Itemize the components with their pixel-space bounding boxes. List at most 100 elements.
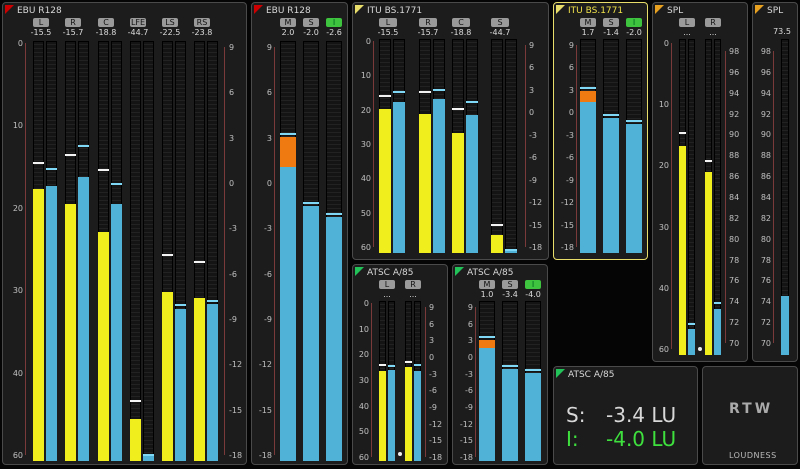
channel-value: 1.7 [581,28,595,37]
channel-label-chip[interactable]: R [705,18,721,27]
channel-label-chip[interactable]: RS [194,18,210,27]
scale-tick-label: 84 [760,193,771,202]
channel-label-chip[interactable]: C [452,18,470,27]
peak-hold-marker [130,400,141,403]
panel-spl-channels[interactable]: SPL 0 10 20 30 40 60 L... R... 98 96 94 92 90 88 86 84 8… [652,2,748,362]
channel-label-chip[interactable]: I [326,18,342,27]
scale-tick-label: 9 [429,303,435,312]
channel-label-chip[interactable]: S [303,18,319,27]
peak-hold-marker [525,368,541,371]
scale-tick-label: 10 [12,121,23,131]
channel-value: 1.0 [480,290,494,299]
panel-title: EBU R128 [17,6,62,16]
scale-tick-label: 20 [358,350,369,360]
scale-tick-label: 78 [760,255,771,265]
channel-label-chip[interactable]: L [379,280,395,289]
scale-tick-label: 60 [12,451,23,460]
panel-ebu-r128-msi[interactable]: EBU R128 9 6 3 0 -3 -6 -9 -12 -15 -18 M 2.0 S -2.0 I -2… [251,2,348,465]
meter-fill-blue [479,348,495,461]
panel-ebu-r128-channels[interactable]: EBU R128 0 10 20 30 40 60 L -15.5 R -15.7 C -18.8 LF… [2,2,247,465]
peak-hold-marker [491,224,503,227]
panel-title: ATSC A/85 [367,268,414,278]
meter-fill-yellow [419,114,431,253]
meter-fill-yellow [379,371,386,461]
scale-line [725,51,726,343]
scale-tick-label: 76 [760,276,771,286]
meter-track-blue [78,41,89,461]
meter-fill-blue [433,98,445,253]
scale-tick-label: -12 [429,419,443,429]
panel-atsc-readout[interactable]: ATSC A/85 S: -3.4 LU I: -4.0 LU [553,366,698,465]
channel-label-chip[interactable]: I [626,18,642,27]
channel-label-chip[interactable]: R [405,280,421,289]
meter-fill-yellow [65,203,76,461]
panel-title: ITU BS.1771 [568,6,624,16]
channel-label-chip[interactable]: M [580,18,596,27]
scale-tick-label: 72 [760,318,771,328]
panel-itu-bs1771-channels[interactable]: ITU BS.1771 0 10 20 30 40 50 60 L -15.5 R -15.7 C -1… [352,2,549,260]
channel-label-chip[interactable]: M [280,18,296,27]
channel-label-chip[interactable]: I [525,280,541,289]
meter-fill-blue [280,167,296,461]
scale-tick-label: -3 [429,369,437,379]
meter-fill-blue [714,309,721,355]
scale-tick-label: -12 [229,360,243,370]
channel-label-chip[interactable]: S [603,18,619,27]
channel-value: -44.7 [127,28,149,37]
channel-label-chip[interactable]: LFE [130,18,146,27]
panel-spl-total[interactable]: SPL 73.5 98 96 94 92 90 88 86 84 82 80 78 76 74 72 70 [752,2,798,362]
meter-track [580,39,596,253]
scale-tick-label: 76 [729,276,740,286]
integrated-label: I: [566,427,579,451]
scale-tick-label: -15 [529,220,543,230]
channel-label-chip[interactable]: M [479,280,495,289]
channel-label-chip[interactable]: LS [162,18,178,27]
meter-track-blue [714,39,721,355]
scale-tick-label: 6 [429,319,435,329]
scale-tick-label: 3 [467,336,473,346]
scale-tick-label: 9 [229,43,235,52]
scale-tick-label: 3 [429,336,435,346]
peak-hold-marker [78,145,89,148]
channel-label-chip[interactable]: S [491,18,509,27]
peak-hold-marker [111,182,122,185]
panel-atsc-a85-msi[interactable]: ATSC A/85 9 6 3 0 -3 -6 -9 -12 -15 -18 M 1.0 S -3.4 I -… [452,264,548,465]
peak-hold-marker [603,114,619,117]
meter-track-yellow [130,41,141,461]
peak-hold-marker [33,162,44,165]
rtw-logo: RTW [729,401,774,417]
peak-hold-marker [379,95,391,98]
scale-tick-label: 0 [568,108,574,118]
panel-title: ITU BS.1771 [367,6,423,16]
channel-label-chip[interactable]: L [33,18,49,27]
corner-marker-icon [655,5,664,14]
scale-tick-label: 92 [760,109,771,119]
scale-tick-label: 60 [358,453,369,462]
scale-tick-label: 94 [760,88,771,98]
scale-line [671,43,672,349]
channel-label-chip[interactable]: L [679,18,695,27]
channel-value: -1.4 [603,28,619,37]
channel-label-chip[interactable]: R [419,18,437,27]
scale-line [525,45,526,247]
scale-tick-label: 40 [360,174,371,184]
panel-title: ATSC A/85 [467,268,514,278]
panel-atsc-a85-channels[interactable]: ATSC A/85 0 10 20 30 40 50 60 L... R... 9 6 3 0 -3 -6-… [352,264,448,465]
meter-fill-yellow [379,108,391,253]
meter-track-yellow [65,41,76,461]
peak-hold-marker [580,87,596,90]
scale-tick-label: 20 [360,105,371,115]
channel-label-chip[interactable]: L [379,18,397,27]
channel-label-chip[interactable]: S [502,280,518,289]
meter-fill-blue [580,101,596,253]
channel-value: -15.5 [30,28,52,37]
panel-title: SPL [667,6,684,16]
meter-track-yellow [452,39,464,253]
panel-itu-bs1771-msi[interactable]: ITU BS.1771 9 6 3 0 -3 -6 -9 -12 -15 -18 M 1.7 S -1.4… [553,2,648,260]
channel-label-chip[interactable]: R [65,18,81,27]
overload-indicator-icon [398,452,402,456]
meter-fill-yellow [98,232,109,461]
scale-tick-label: -9 [465,403,473,412]
channel-label-chip[interactable]: C [98,18,114,27]
scale-tick-label: 20 [658,161,669,171]
